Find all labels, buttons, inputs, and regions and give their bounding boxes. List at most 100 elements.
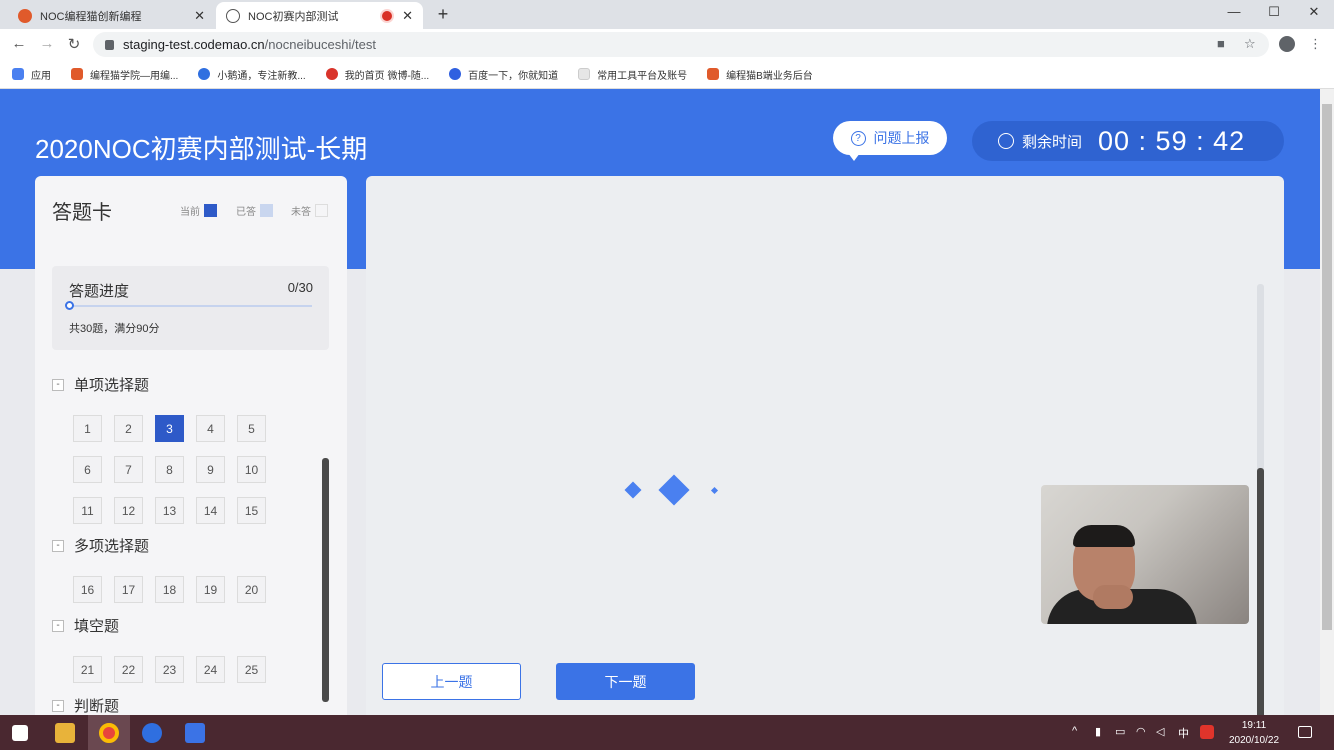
taskbar-clock[interactable]: 19:11 2020/10/22 bbox=[1222, 718, 1286, 748]
volume-icon[interactable]: ◁ bbox=[1156, 725, 1164, 738]
previous-question-button[interactable]: 上一题 bbox=[382, 663, 521, 700]
answer-card-scrollbar[interactable] bbox=[322, 458, 329, 702]
browser-tab-codemao[interactable]: NOC编程猫创新编程 ✕ bbox=[8, 2, 215, 29]
question-number-button[interactable]: 15 bbox=[237, 497, 266, 524]
question-number-button[interactable]: 18 bbox=[155, 576, 184, 603]
question-scrollbar[interactable] bbox=[1257, 468, 1264, 715]
question-number-button[interactable]: 24 bbox=[196, 656, 225, 683]
question-number-button[interactable]: 3 bbox=[155, 415, 184, 442]
question-number-button[interactable]: 2 bbox=[114, 415, 143, 442]
question-number-button[interactable]: 9 bbox=[196, 456, 225, 483]
question-number-button[interactable]: 21 bbox=[73, 656, 102, 683]
remaining-time-panel: 剩余时间 00 : 59 : 42 bbox=[972, 121, 1284, 161]
section-header[interactable]: - 单项选择题 bbox=[52, 374, 149, 395]
sogou-icon[interactable] bbox=[1200, 725, 1214, 739]
bookmark-baidu[interactable]: 百度一下，你就知道 bbox=[449, 67, 558, 82]
section-header[interactable]: - 判断题 bbox=[52, 695, 119, 715]
back-arrow-icon[interactable]: ← bbox=[9, 35, 29, 52]
reload-icon[interactable]: ↻ bbox=[64, 35, 84, 53]
collapse-toggle-icon[interactable]: - bbox=[52, 378, 64, 391]
clock-time: 19:11 bbox=[1241, 720, 1267, 731]
baidu-icon bbox=[449, 68, 462, 80]
report-issue-button[interactable]: ? 问题上报 bbox=[833, 121, 947, 155]
ime-indicator[interactable]: 中 bbox=[1178, 725, 1189, 741]
bookmark-label: 常用工具平台及账号 bbox=[597, 70, 688, 82]
question-number-button[interactable]: 10 bbox=[237, 456, 266, 483]
question-number-button[interactable]: 22 bbox=[114, 656, 143, 683]
next-question-button[interactable]: 下一题 bbox=[556, 663, 695, 700]
answer-card-title: 答题卡 bbox=[52, 202, 112, 224]
question-number-button[interactable]: 17 bbox=[114, 576, 143, 603]
question-number-button[interactable]: 16 bbox=[73, 576, 102, 603]
bookmark-codemao-academy[interactable]: 编程猫学院—用编... bbox=[71, 67, 178, 82]
bookmark-xiaoe[interactable]: 小鹅通，专注新教... bbox=[198, 67, 306, 82]
section-header[interactable]: - 多项选择题 bbox=[52, 535, 149, 556]
profile-avatar-icon[interactable] bbox=[1279, 36, 1295, 52]
bookmarks-bar: 应用 编程猫学院—用编... 小鹅通，专注新教... 我的首页 微博-随... … bbox=[0, 60, 1334, 89]
tab-close-icon[interactable]: ✕ bbox=[194, 8, 205, 24]
tray-chevron-icon[interactable]: ^ bbox=[1072, 725, 1077, 737]
windows-start-icon[interactable] bbox=[12, 725, 28, 741]
question-number-button[interactable]: 7 bbox=[114, 456, 143, 483]
battery-icon[interactable]: ▭ bbox=[1115, 725, 1125, 738]
question-number-button[interactable]: 20 bbox=[237, 576, 266, 603]
bookmark-label: 编程猫学院—用编... bbox=[90, 70, 179, 82]
question-number-button[interactable]: 19 bbox=[196, 576, 225, 603]
tab-close-icon[interactable]: ✕ bbox=[402, 8, 413, 24]
webcam-person-hair bbox=[1073, 525, 1135, 547]
tab-title: NOC初赛内部测试 bbox=[248, 10, 339, 23]
timer-value: 00 : 59 : 42 bbox=[1098, 125, 1246, 156]
tab-title: NOC编程猫创新编程 bbox=[40, 10, 142, 23]
forward-arrow-icon[interactable]: → bbox=[37, 35, 57, 52]
progress-box: 答题进度 0/30 共30题，满分90分 bbox=[52, 266, 329, 350]
new-tab-button[interactable]: + bbox=[433, 4, 453, 25]
camera-icon[interactable]: ■ bbox=[1217, 36, 1225, 51]
question-number-button[interactable]: 6 bbox=[73, 456, 102, 483]
collapse-toggle-icon[interactable]: - bbox=[52, 699, 64, 712]
bookmark-tools-folder[interactable]: 常用工具平台及账号 bbox=[578, 67, 687, 82]
webcam-preview bbox=[1041, 485, 1249, 624]
section-header[interactable]: - 填空题 bbox=[52, 615, 119, 636]
question-number-button[interactable]: 23 bbox=[155, 656, 184, 683]
wifi-icon[interactable]: ◠ bbox=[1136, 725, 1146, 738]
bookmark-label: 百度一下，你就知道 bbox=[468, 70, 559, 82]
file-explorer-icon[interactable] bbox=[55, 723, 75, 743]
question-number-button[interactable]: 11 bbox=[73, 497, 102, 524]
notification-icon[interactable] bbox=[1298, 726, 1312, 738]
progress-note: 共30题，满分90分 bbox=[69, 323, 160, 335]
bookmark-weibo[interactable]: 我的首页 微博-随... bbox=[325, 67, 430, 82]
star-bookmark-icon[interactable]: ☆ bbox=[1244, 36, 1256, 52]
question-number-button[interactable]: 13 bbox=[155, 497, 184, 524]
url-path: /nocneibuceshi/test bbox=[264, 37, 376, 52]
question-number-button[interactable]: 1 bbox=[73, 415, 102, 442]
progress-label: 答题进度 bbox=[69, 283, 130, 300]
maximize-button[interactable]: ☐ bbox=[1259, 4, 1289, 20]
legend-label: 已答 bbox=[236, 207, 256, 218]
section-title: 多项选择题 bbox=[74, 538, 150, 555]
xiaoe-app-icon[interactable] bbox=[142, 723, 162, 743]
address-bar[interactable]: staging-test.codemao.cn /nocneibuceshi/t… bbox=[93, 32, 1269, 57]
bookmark-codemao-admin[interactable]: 编程猫B端业务后台 bbox=[707, 67, 813, 82]
question-number-button[interactable]: 5 bbox=[237, 415, 266, 442]
close-window-button[interactable]: ✕ bbox=[1299, 4, 1329, 20]
question-number-button[interactable]: 4 bbox=[196, 415, 225, 442]
section-title: 判断题 bbox=[74, 698, 120, 715]
question-number-button[interactable]: 25 bbox=[237, 656, 266, 683]
legend-swatch bbox=[315, 204, 328, 217]
question-number-button[interactable]: 8 bbox=[155, 456, 184, 483]
minimize-button[interactable]: — bbox=[1219, 4, 1249, 19]
page-scrollbar[interactable] bbox=[1322, 104, 1332, 630]
legend-swatch bbox=[260, 204, 273, 217]
chrome-icon[interactable] bbox=[99, 723, 119, 743]
wps-writer-icon[interactable] bbox=[185, 723, 205, 743]
menu-kebab-icon[interactable]: ⋮ bbox=[1309, 36, 1322, 52]
legend-current: 当前 bbox=[180, 203, 217, 218]
microphone-icon[interactable]: ▮ bbox=[1095, 725, 1101, 738]
question-number-button[interactable]: 14 bbox=[196, 497, 225, 524]
bookmark-apps[interactable]: 应用 bbox=[12, 67, 51, 82]
browser-tab-noc-test[interactable]: NOC初赛内部测试 ✕ bbox=[216, 2, 423, 29]
collapse-toggle-icon[interactable]: - bbox=[52, 619, 64, 632]
bookmark-label: 我的首页 微博-随... bbox=[344, 70, 430, 82]
collapse-toggle-icon[interactable]: - bbox=[52, 539, 64, 552]
question-number-button[interactable]: 12 bbox=[114, 497, 143, 524]
